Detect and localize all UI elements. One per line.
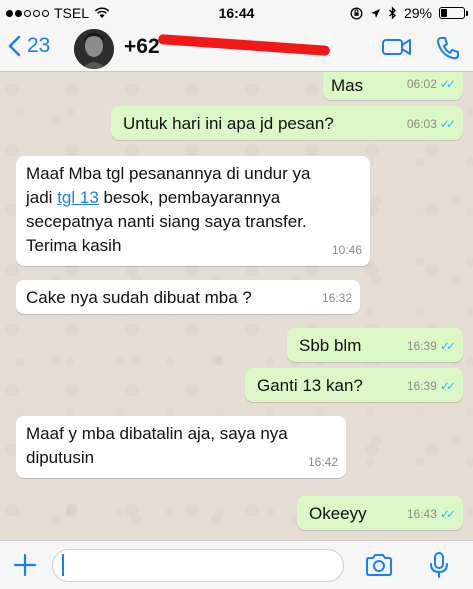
message-meta: 16:43 ✓✓ — [406, 502, 456, 526]
location-arrow-icon — [370, 8, 380, 18]
video-call-icon[interactable] — [381, 35, 413, 59]
message-meta: 16:42 — [308, 450, 338, 474]
battery-icon — [439, 7, 468, 19]
message-meta: 16:39 ✓✓ — [406, 334, 456, 358]
avatar[interactable] — [74, 29, 114, 69]
message-meta: 16:39 ✓✓ — [406, 374, 456, 398]
microphone-icon[interactable] — [428, 550, 450, 580]
date-link[interactable]: tgl 13 — [57, 188, 99, 207]
plus-icon[interactable] — [12, 550, 38, 580]
read-ticks-icon: ✓✓ — [439, 507, 456, 521]
message-time: 16:42 — [307, 455, 338, 469]
message-text: Mas — [331, 76, 364, 95]
message-bubble-incoming[interactable]: Maaf y mba dibatalin aja, saya nya diput… — [16, 416, 346, 478]
back-button[interactable]: 23 — [8, 34, 50, 58]
message-meta: 06:03 ✓✓ — [406, 112, 456, 136]
message-line: Terima kasih — [26, 236, 122, 255]
back-chevron-icon — [8, 35, 21, 57]
message-line: Maaf Mba tgl pesanannya di undur ya — [26, 164, 311, 183]
message-text: Cake nya sudah dibuat mba ? — [26, 288, 252, 307]
contact-name[interactable]: +62 — [124, 35, 160, 59]
chat-header: 23 +62 — [0, 26, 473, 72]
message-text: besok, pembayarannya — [98, 188, 281, 207]
message-meta: 16:32 — [322, 286, 352, 310]
input-bar — [0, 540, 473, 589]
message-time: 16:43 — [406, 507, 437, 521]
message-line: secepatnya nanti siang saya transfer. — [26, 212, 307, 231]
message-time: 06:03 — [406, 117, 437, 131]
message-time: 16:39 — [406, 379, 437, 393]
read-ticks-icon: ✓✓ — [439, 117, 456, 131]
status-right: 29% — [350, 5, 468, 21]
message-bubble-outgoing[interactable]: Ganti 13 kan? 16:39 ✓✓ — [245, 368, 463, 402]
message-meta: 06:02 ✓✓ — [406, 72, 456, 96]
chat-area[interactable]: Mas 06:02 ✓✓ Untuk hari ini apa jd pesan… — [0, 72, 473, 540]
read-ticks-icon: ✓✓ — [439, 339, 456, 353]
bluetooth-icon — [389, 6, 396, 20]
battery-level — [441, 9, 448, 17]
message-input[interactable] — [52, 549, 344, 582]
battery-percent: 29% — [403, 5, 432, 21]
camera-icon[interactable] — [364, 552, 394, 578]
message-time: 16:32 — [321, 291, 352, 305]
message-line: jadi tgl 13 besok, pembayarannya — [26, 186, 362, 210]
message-bubble-outgoing[interactable]: Sbb blm 16:39 ✓✓ — [287, 328, 463, 362]
message-time: 10:46 — [331, 243, 362, 257]
status-bar: TSEL 16:44 29% — [0, 0, 473, 26]
message-bubble-outgoing[interactable]: Untuk hari ini apa jd pesan? 06:03 ✓✓ — [111, 106, 463, 140]
unread-count: 23 — [27, 34, 51, 57]
message-text: Ganti 13 kan? — [257, 376, 363, 395]
message-time: 16:39 — [406, 339, 437, 353]
message-line: Maaf y mba dibatalin aja, saya nya — [26, 424, 288, 443]
message-bubble-incoming[interactable]: Cake nya sudah dibuat mba ? 16:32 — [16, 280, 360, 314]
phone-call-icon[interactable] — [435, 35, 461, 61]
message-bubble-outgoing[interactable]: Okeeyy 16:43 ✓✓ — [297, 496, 463, 530]
message-meta: 10:46 — [332, 238, 362, 262]
rotation-lock-icon — [350, 7, 363, 19]
read-ticks-icon: ✓✓ — [439, 77, 456, 91]
message-time: 06:02 — [406, 77, 437, 91]
message-line: diputusin — [26, 448, 95, 467]
message-text: Untuk hari ini apa jd pesan? — [123, 114, 334, 133]
message-bubble-incoming[interactable]: Maaf Mba tgl pesanannya di undur ya jadi… — [16, 156, 370, 266]
header-actions — [381, 35, 461, 61]
redaction-mark — [157, 34, 331, 56]
message-bubble-outgoing[interactable]: Mas 06:02 ✓✓ — [323, 72, 463, 100]
message-text: jadi — [26, 188, 58, 207]
contact-photo — [74, 29, 114, 69]
message-text: Sbb blm — [299, 336, 362, 355]
read-ticks-icon: ✓✓ — [439, 379, 456, 393]
text-cursor — [62, 554, 64, 576]
message-text: Okeeyy — [309, 504, 367, 523]
